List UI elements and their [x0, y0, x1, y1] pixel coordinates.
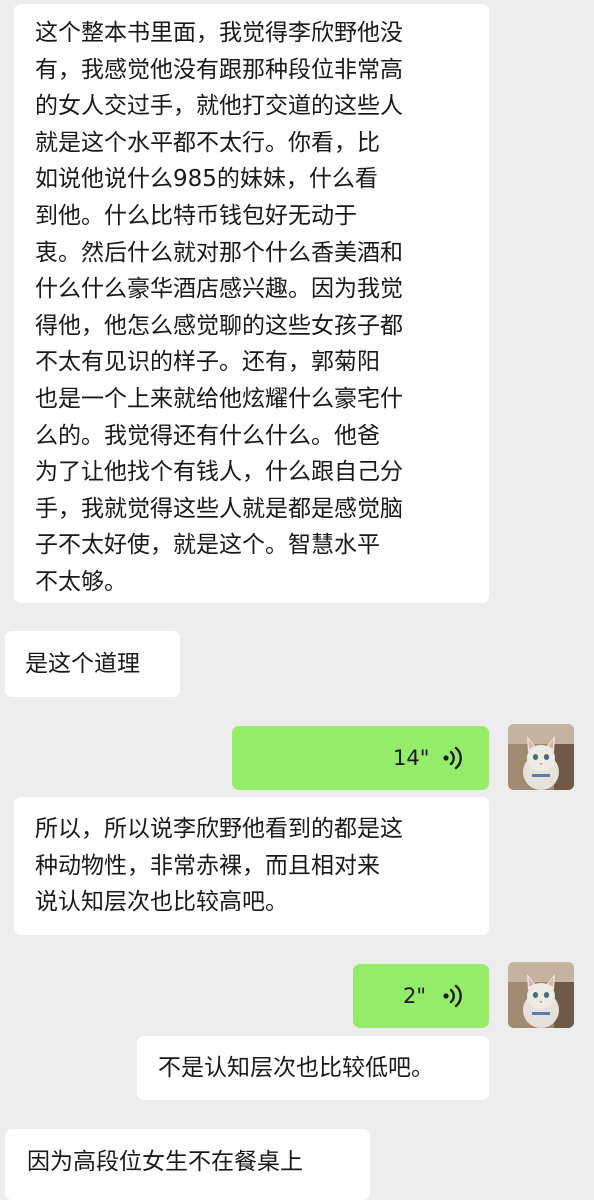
cat-avatar-image [508, 962, 574, 1028]
message-text: 所以，所以说李欣野他看到的都是这 [35, 816, 403, 842]
message-bubble-incoming[interactable]: 所以，所以说李欣野他看到的都是这 种动物性，非常赤裸，而且相对来 说认知层次也比… [14, 797, 489, 935]
message-text: 子不太好使，就是这个。智慧水平 [35, 532, 380, 559]
message-text: 的女人交过手，就他打交道的这些人 [35, 93, 403, 120]
voice-wave-icon [443, 984, 462, 1008]
message-text: 有，我感觉他没有跟那种段位非常高 [35, 56, 403, 83]
message-text: 就是这个水平都不太行。你看，比 [35, 129, 380, 156]
message-text: 不是认知层次也比较低吧。 [158, 1055, 434, 1081]
message-text: 不太够。 [35, 568, 127, 595]
message-text: 手，我就觉得这些人就是都是感觉脑 [35, 495, 403, 522]
message-text: 为了让他找个有钱人，什么跟自己分 [35, 459, 403, 486]
voice-duration: 2" [403, 984, 427, 1008]
message-text: 说认知层次也比较高吧。 [35, 889, 288, 916]
message-bubble-incoming[interactable]: 是这个道理 [5, 631, 180, 697]
message-text: 得他，他怎么感觉聊的这些女孩子都 [35, 312, 403, 339]
message-text: 不太有见识的样子。还有，郭菊阳 [35, 349, 380, 376]
cat-avatar[interactable] [508, 962, 574, 1028]
message-text: 么的。我觉得还有什么什么。他爸 [35, 422, 380, 449]
message-text: 衷。然后什么就对那个什么香美酒和 [35, 239, 403, 266]
message-text: 到他。什么比特币钱包好无动于 [35, 202, 357, 229]
message-bubble-incoming[interactable]: 这个整本书里面，我觉得李欣野他没 有，我感觉他没有跟那种段位非常高 的女人交过手… [14, 4, 489, 603]
message-text: 种动物性，非常赤裸，而且相对来 [35, 852, 380, 879]
message-text: 这个整本书里面，我觉得李欣野他没 [35, 20, 403, 46]
voice-duration: 14" [393, 746, 430, 770]
message-bubble-incoming[interactable]: 因为高段位女生不在餐桌上 [5, 1129, 370, 1200]
voice-message-bubble[interactable]: 2" [353, 964, 489, 1028]
message-text: 因为高段位女生不在餐桌上 [27, 1149, 303, 1175]
message-text: 什么什么豪华酒店感兴趣。因为我觉 [35, 276, 403, 303]
message-text: 也是一个上来就给他炫耀什么豪宅什 [35, 385, 403, 412]
message-text: 如说他说什么985的妹妹，什么看 [35, 166, 378, 193]
cat-avatar-image [508, 724, 574, 790]
voice-message-bubble[interactable]: 14" [232, 726, 489, 790]
cat-avatar[interactable] [508, 724, 574, 790]
message-bubble-incoming[interactable]: 不是认知层次也比较低吧。 [137, 1036, 489, 1100]
message-text: 是这个道理 [25, 651, 140, 677]
voice-wave-icon [443, 746, 462, 770]
